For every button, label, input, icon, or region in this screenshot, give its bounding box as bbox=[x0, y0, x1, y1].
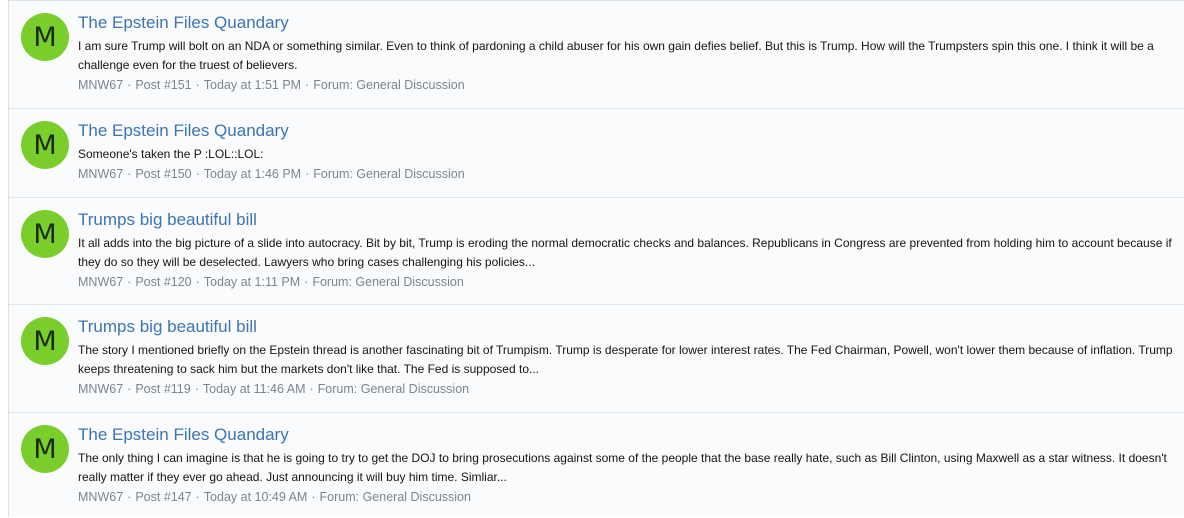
thread-title-link[interactable]: The Epstein Files Quandary bbox=[78, 12, 1176, 34]
avatar[interactable]: M bbox=[21, 317, 69, 365]
post-time[interactable]: Today at 1:11 PM bbox=[204, 275, 300, 289]
forum-link[interactable]: Forum: General Discussion bbox=[313, 167, 464, 181]
avatar-letter: M bbox=[33, 129, 57, 161]
avatar-letter: M bbox=[33, 21, 57, 53]
result-body: The Epstein Files Quandary The only thin… bbox=[78, 424, 1176, 506]
post-snippet: I am sure Trump will bolt on an NDA or s… bbox=[78, 39, 1154, 72]
meta-separator: · bbox=[127, 275, 132, 289]
result-body: Trumps big beautiful bill The story I me… bbox=[78, 316, 1176, 398]
meta-separator: · bbox=[305, 78, 310, 92]
result-meta: MNW67 · Post #151 · Today at 1:51 PM · Forum: … bbox=[78, 76, 1176, 94]
result-body: Trumps big beautiful bill It all adds in… bbox=[78, 209, 1176, 291]
post-time[interactable]: Today at 1:51 PM bbox=[204, 78, 301, 92]
search-result: M Trumps big beautiful bill It all adds … bbox=[9, 198, 1184, 305]
meta-separator: · bbox=[305, 167, 310, 181]
search-result: M The Epstein Files Quandary I am sure T… bbox=[9, 1, 1184, 109]
meta-separator: · bbox=[195, 490, 200, 504]
post-number-link[interactable]: Post #119 bbox=[135, 382, 190, 396]
post-snippet: Someone's taken the P :LOL::LOL: bbox=[78, 147, 264, 161]
post-number-link[interactable]: Post #147 bbox=[135, 490, 191, 504]
forum-link[interactable]: Forum: General Discussion bbox=[318, 382, 469, 396]
thread-title-link[interactable]: The Epstein Files Quandary bbox=[78, 120, 1176, 142]
result-meta: MNW67 · Post #150 · Today at 1:46 PM · Forum: … bbox=[78, 165, 1176, 183]
avatar[interactable]: M bbox=[21, 13, 69, 61]
result-body: The Epstein Files Quandary I am sure Tru… bbox=[78, 12, 1176, 94]
thread-title-link[interactable]: The Epstein Files Quandary bbox=[78, 424, 1176, 446]
result-meta: MNW67 · Post #119 · Today at 11:46 AM · Forum:… bbox=[78, 380, 1176, 398]
post-number-link[interactable]: Post #150 bbox=[135, 167, 191, 181]
avatar-letter: M bbox=[33, 218, 57, 250]
author-link[interactable]: MNW67 bbox=[78, 490, 123, 504]
meta-separator: · bbox=[194, 382, 199, 396]
post-snippet: The only thing I can imagine is that he … bbox=[78, 451, 1167, 484]
meta-separator: · bbox=[127, 490, 132, 504]
forum-link[interactable]: Forum: General Discussion bbox=[313, 78, 464, 92]
avatar[interactable]: M bbox=[21, 210, 69, 258]
author-link[interactable]: MNW67 bbox=[78, 382, 123, 396]
search-result: M The Epstein Files Quandary Someone's t… bbox=[9, 109, 1184, 198]
search-results-list: M The Epstein Files Quandary I am sure T… bbox=[8, 0, 1184, 517]
post-number-link[interactable]: Post #120 bbox=[135, 275, 191, 289]
post-time[interactable]: Today at 1:46 PM bbox=[204, 167, 301, 181]
forum-link[interactable]: Forum: General Discussion bbox=[320, 490, 471, 504]
meta-separator: · bbox=[311, 490, 316, 504]
meta-separator: · bbox=[195, 167, 200, 181]
meta-separator: · bbox=[195, 78, 200, 92]
post-time[interactable]: Today at 10:49 AM bbox=[204, 490, 308, 504]
author-link[interactable]: MNW67 bbox=[78, 167, 123, 181]
meta-separator: · bbox=[304, 275, 309, 289]
avatar-letter: M bbox=[33, 325, 57, 357]
search-result: M The Epstein Files Quandary The only th… bbox=[9, 413, 1184, 518]
thread-title-link[interactable]: Trumps big beautiful bill bbox=[78, 316, 1176, 338]
avatar[interactable]: M bbox=[21, 425, 69, 473]
meta-separator: · bbox=[127, 382, 132, 396]
avatar-letter: M bbox=[33, 433, 57, 465]
thread-title-link[interactable]: Trumps big beautiful bill bbox=[78, 209, 1176, 231]
meta-separator: · bbox=[309, 382, 314, 396]
meta-separator: · bbox=[195, 275, 200, 289]
post-snippet: It all adds into the big picture of a sl… bbox=[78, 236, 1172, 269]
post-time[interactable]: Today at 11:46 AM bbox=[203, 382, 306, 396]
result-meta: MNW67 · Post #120 · Today at 1:11 PM · Forum: … bbox=[78, 273, 1176, 291]
avatar[interactable]: M bbox=[21, 121, 69, 169]
author-link[interactable]: MNW67 bbox=[78, 78, 123, 92]
result-meta: MNW67 · Post #147 · Today at 10:49 AM · Forum:… bbox=[78, 488, 1176, 506]
search-result: M Trumps big beautiful bill The story I … bbox=[9, 305, 1184, 413]
meta-separator: · bbox=[127, 78, 132, 92]
forum-link[interactable]: Forum: General Discussion bbox=[312, 275, 463, 289]
author-link[interactable]: MNW67 bbox=[78, 275, 123, 289]
meta-separator: · bbox=[127, 167, 132, 181]
post-snippet: The story I mentioned briefly on the Eps… bbox=[78, 343, 1173, 376]
result-body: The Epstein Files Quandary Someone's tak… bbox=[78, 120, 1176, 183]
post-number-link[interactable]: Post #151 bbox=[135, 78, 191, 92]
